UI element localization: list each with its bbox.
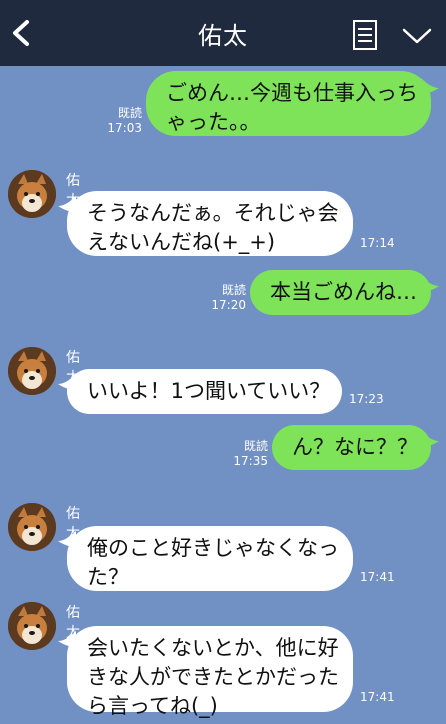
message-bubble[interactable]: 俺のこと好きじゃなくなっ た？ [67,526,353,591]
message-line: ゃった。。 [166,110,261,134]
message-bubble[interactable]: ん？なに？？ [272,425,431,470]
read-receipt: 既読 [221,283,246,297]
timestamp: 17:03 [107,121,142,135]
message-line: きな人ができたとかだった [87,665,339,689]
message-line: 本当ごめんね… [270,280,417,304]
shiba-dog-avatar-icon [8,602,56,650]
message-line: ごめん…今週も仕事入っち [166,81,418,105]
timestamp: 17:20 [211,298,246,312]
timestamp: 17:23 [349,392,384,406]
message-line: た？ [87,565,129,589]
timestamp: 17:41 [360,570,395,584]
chat-header: 佑太 [0,0,446,66]
avatar[interactable] [8,170,56,218]
read-receipt: 既読 [243,439,268,453]
message-line: 会いたくないとか、他に好 [87,636,339,660]
shiba-dog-avatar-icon [8,503,56,551]
message-line: 俺のこと好きじゃなくなっ [87,536,339,560]
read-receipt: 既読 [117,106,142,120]
shiba-dog-avatar-icon [8,170,56,218]
message-bubble[interactable]: いいよ！1つ聞いていい？ [67,369,342,414]
bubble-tail [421,78,439,94]
timestamp: 17:41 [360,690,395,704]
message-line: ら言ってね(_) [87,694,218,718]
message-bubble[interactable]: ごめん…今週も仕事入っち ゃった。。 [146,71,431,136]
shiba-dog-avatar-icon [8,347,56,395]
timestamp: 17:14 [360,236,395,250]
avatar[interactable] [8,347,56,395]
message-bubble[interactable]: 本当ごめんね… [250,270,431,315]
notes-icon[interactable] [353,20,377,50]
message-line: いいよ！1つ聞いていい？ [87,379,331,403]
chat-title: 佑太 [198,22,248,50]
message-bubble[interactable]: 会いたくないとか、他に好 きな人ができたとかだった ら言ってね(_) [67,626,353,718]
message-line: えないんだね(+_+) [87,230,276,254]
bubble-tail [421,431,439,447]
message-line: ん？なに？？ [292,435,418,459]
message-bubble[interactable]: そうなんだぁ。それじゃ会 えないんだね(+_+) [67,191,353,256]
message-line: そうなんだぁ。それじゃ会 [87,201,339,225]
timestamp: 17:35 [233,454,268,468]
avatar[interactable] [8,602,56,650]
chevron-down-icon[interactable] [402,27,432,45]
bubble-tail [421,276,439,292]
avatar[interactable] [8,503,56,551]
